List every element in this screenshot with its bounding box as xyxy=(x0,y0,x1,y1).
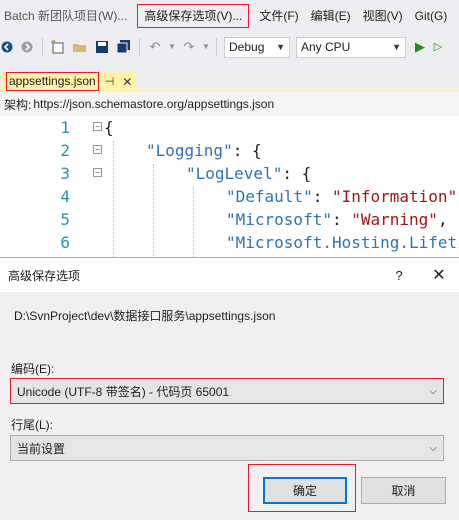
code-text: { xyxy=(104,118,114,137)
fold-toggle-icon[interactable]: − xyxy=(93,122,102,131)
fold-toggle-icon[interactable]: − xyxy=(93,168,102,177)
chevron-down-icon: ⌵ xyxy=(429,385,437,397)
code-line: 2 − "Logging": { xyxy=(0,139,459,162)
encoding-select[interactable]: Unicode (UTF-8 带签名) - 代码页 65001 ⌵ xyxy=(10,378,444,404)
code-line: 5 "Microsoft": "Warning", xyxy=(0,208,459,231)
back-icon[interactable] xyxy=(0,38,14,56)
redo-icon[interactable]: ↷ xyxy=(180,38,198,56)
open-folder-icon[interactable] xyxy=(71,38,89,56)
menu-view[interactable]: 视图(V) xyxy=(357,5,409,27)
ok-button[interactable]: 确定 xyxy=(263,477,347,504)
code-line: 6 "Microsoft.Hosting.Lifetime" xyxy=(0,231,459,254)
json-value: "Warning" xyxy=(351,210,438,229)
solution-platform-select[interactable]: Any CPU ▼ xyxy=(296,36,406,58)
run-without-debug-icon[interactable]: ▷ xyxy=(433,38,443,56)
line-ending-select[interactable]: 当前设置 ⌵ xyxy=(10,435,444,461)
chevron-down-icon: ⌵ xyxy=(429,442,437,454)
code-editor[interactable]: 1 − { 2 − "Logging": { 3 − "LogLevel": {… xyxy=(0,116,459,266)
toolbar: ↶ ▼ ↷ ▼ Debug ▼ Any CPU ▼ ▶ ▷ xyxy=(0,32,459,62)
code-text: "Microsoft": "Warning", xyxy=(226,208,448,231)
window-title: Batch 新团队项目(W)... xyxy=(4,9,128,23)
line-number: 1 xyxy=(60,118,70,137)
code-line: 4 "Default": "Information" xyxy=(0,185,459,208)
code-line: 3 − "LogLevel": { xyxy=(0,162,459,185)
line-ending-label: 行尾(L): xyxy=(11,418,54,432)
code-text: "Microsoft.Hosting.Lifetime" xyxy=(226,231,459,254)
menu-advanced-save-options[interactable]: 高级保存选项(V)... xyxy=(137,4,250,28)
chevron-down-icon: ▼ xyxy=(276,42,285,52)
code-text: "Default": "Information" xyxy=(226,185,457,208)
solution-platform-value: Any CPU xyxy=(301,40,351,54)
schema-bar: 架构: https://json.schemastore.org/appsett… xyxy=(0,92,459,116)
json-key: "Microsoft" xyxy=(226,210,332,229)
json-key: "Default" xyxy=(226,187,313,206)
schema-label: 架构: xyxy=(4,97,32,112)
advanced-save-options-dialog: 高级保存选项 ? ✕ D:\SvnProject\dev\数据接口服务\apps… xyxy=(0,257,459,520)
file-path: D:\SvnProject\dev\数据接口服务\appsettings.jso… xyxy=(14,309,276,323)
dialog-title: 高级保存选项 xyxy=(8,268,81,283)
encoding-value: Unicode (UTF-8 带签名) - 代码页 65001 xyxy=(17,384,230,399)
json-punct: : xyxy=(312,187,332,206)
json-punct: : { xyxy=(282,164,312,183)
save-icon[interactable] xyxy=(93,38,111,56)
line-ending-value: 当前设置 xyxy=(17,441,66,456)
toolbar-separator xyxy=(42,38,43,56)
start-icon[interactable]: ▶ xyxy=(411,38,429,56)
undo-dropdown-icon[interactable]: ▼ xyxy=(168,38,176,56)
json-punct: , xyxy=(437,210,448,229)
json-punct: : { xyxy=(232,141,262,160)
line-number: 3 xyxy=(60,164,70,183)
code-line: 1 − { xyxy=(0,116,459,139)
solution-configuration-value: Debug xyxy=(229,40,265,54)
toolbar-separator xyxy=(139,38,140,56)
toolbar-separator xyxy=(216,38,217,56)
forward-icon[interactable] xyxy=(18,38,36,56)
chevron-down-icon: ▼ xyxy=(392,42,401,52)
pin-icon[interactable]: ⊣ xyxy=(105,75,115,88)
json-key: "Logging" xyxy=(146,141,233,160)
close-icon[interactable]: ✕ xyxy=(419,265,459,285)
menu-bar: Batch 新团队项目(W)... 高级保存选项(V)... 文件(F) 编辑(… xyxy=(0,0,459,32)
tab-appsettings-json[interactable]: appsettings.json ⊣ ✕ xyxy=(2,71,137,92)
json-key: "LogLevel" xyxy=(186,164,283,183)
line-number: 4 xyxy=(60,187,70,206)
new-project-icon[interactable] xyxy=(49,38,67,56)
menu-git[interactable]: Git(G) xyxy=(409,5,454,27)
menu-edit[interactable]: 编辑(E) xyxy=(305,5,357,27)
tab-label: appsettings.json xyxy=(6,72,99,91)
json-value: "Information" xyxy=(331,187,458,206)
code-text: "LogLevel": { xyxy=(186,162,311,185)
fold-toggle-icon[interactable]: − xyxy=(93,145,102,154)
json-punct: : xyxy=(331,210,352,229)
encoding-label: 编码(E): xyxy=(11,362,55,376)
menu-file[interactable]: 文件(F) xyxy=(253,5,304,27)
line-number: 6 xyxy=(60,233,70,252)
solution-configuration-select[interactable]: Debug ▼ xyxy=(224,36,290,58)
close-icon[interactable]: ✕ xyxy=(122,75,132,89)
dialog-title-bar: 高级保存选项 ? ✕ xyxy=(0,258,459,292)
undo-icon[interactable]: ↶ xyxy=(146,38,164,56)
redo-dropdown-icon[interactable]: ▼ xyxy=(202,38,210,56)
save-all-icon[interactable] xyxy=(115,38,133,56)
document-tab-strip: appsettings.json ⊣ ✕ xyxy=(0,62,459,92)
line-number: 2 xyxy=(60,141,70,160)
json-key: "Microsoft.Hosting.Lifetime" xyxy=(226,233,459,252)
code-text: "Logging": { xyxy=(146,139,262,162)
cancel-button[interactable]: 取消 xyxy=(361,477,446,504)
help-icon[interactable]: ? xyxy=(379,268,419,283)
line-number: 5 xyxy=(60,210,70,229)
schema-url[interactable]: https://json.schemastore.org/appsettings… xyxy=(33,97,274,111)
